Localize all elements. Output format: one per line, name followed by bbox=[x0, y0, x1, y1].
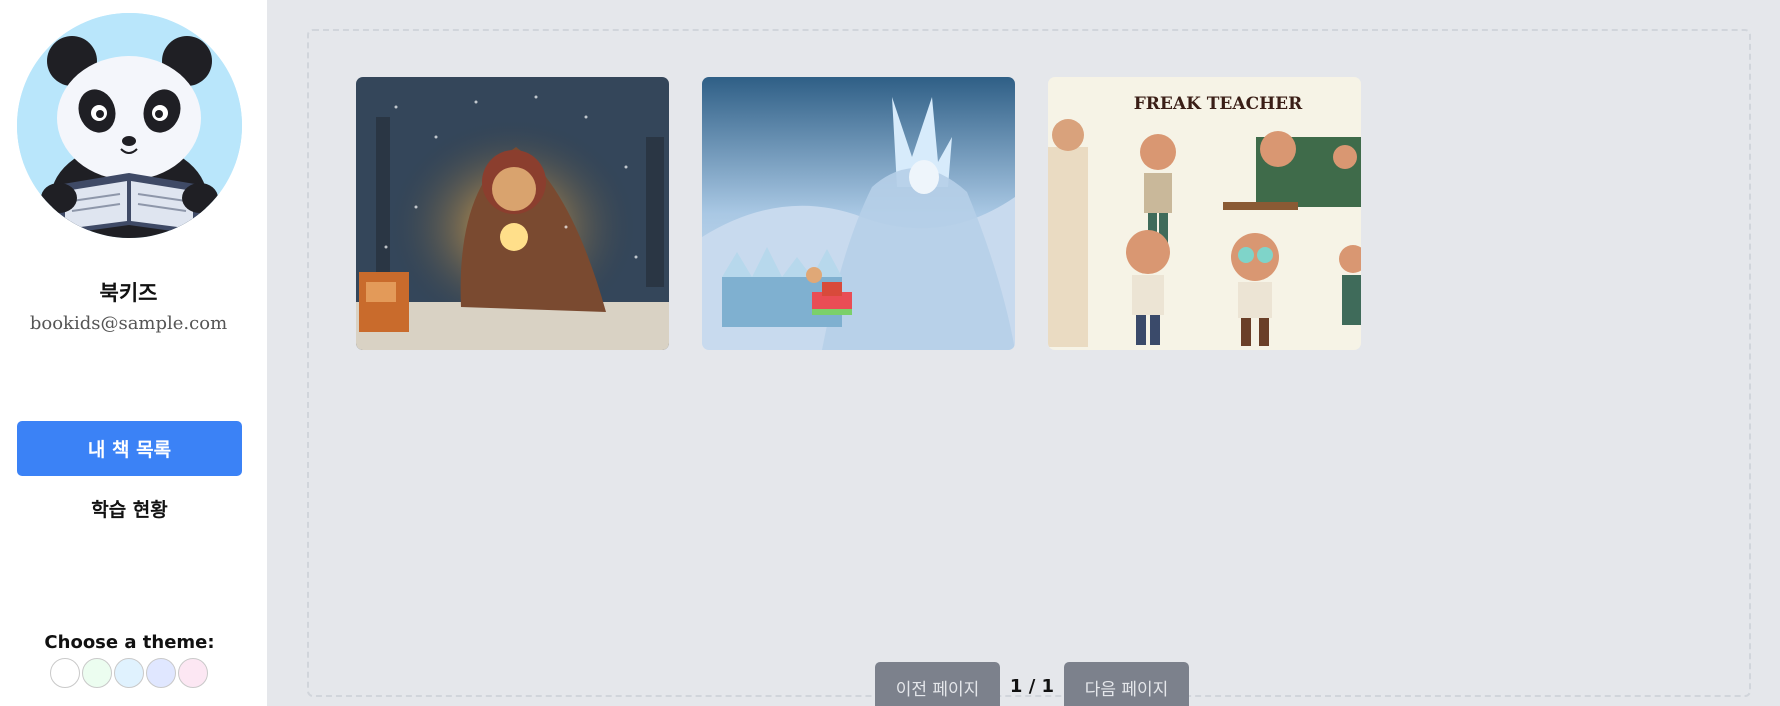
book-cover-image bbox=[702, 77, 1015, 350]
theme-swatch-green[interactable] bbox=[82, 658, 112, 688]
book-card[interactable] bbox=[356, 77, 669, 350]
nav-my-books-button[interactable]: 내 책 목록 bbox=[17, 421, 242, 476]
theme-swatch-white[interactable] bbox=[50, 658, 80, 688]
user-email: bookids@sample.com bbox=[29, 313, 228, 334]
user-name: 북키즈 bbox=[99, 281, 158, 305]
panda-reading-icon bbox=[17, 13, 242, 238]
book-card[interactable]: FREAK TEACHER bbox=[1048, 77, 1361, 350]
prev-page-button[interactable]: 이전 페이지 bbox=[875, 662, 1000, 706]
theme-swatches bbox=[50, 658, 210, 688]
theme-swatch-pink[interactable] bbox=[178, 658, 208, 688]
avatar bbox=[17, 13, 242, 238]
sidebar: 북키즈 bookids@sample.com 내 책 목록 학습 현황 Choo… bbox=[0, 0, 267, 706]
theme-swatch-indigo[interactable] bbox=[146, 658, 176, 688]
page-indicator: 1 / 1 bbox=[1009, 676, 1055, 697]
book-list-panel: FREAK TEACHER 이전 페이지 1 / 1 다음 페이지 bbox=[307, 29, 1751, 706]
cover-title: FREAK TEACHER bbox=[1134, 94, 1303, 114]
book-card[interactable] bbox=[702, 77, 1015, 350]
theme-label: Choose a theme: bbox=[44, 632, 215, 653]
book-cover-image bbox=[356, 77, 669, 350]
next-page-button[interactable]: 다음 페이지 bbox=[1064, 662, 1189, 706]
theme-swatch-blue[interactable] bbox=[114, 658, 144, 688]
nav-learning-status-button[interactable]: 학습 현황 bbox=[17, 490, 242, 526]
book-cover-image: FREAK TEACHER bbox=[1048, 77, 1361, 350]
